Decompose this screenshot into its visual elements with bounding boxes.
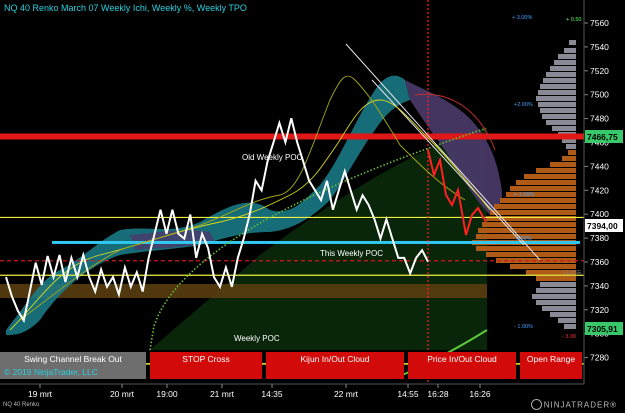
y-axis-tick-label: 7380 [590,233,609,243]
tpo-profile-bar [490,210,576,215]
y-axis-tick-label: 7520 [590,66,609,76]
instrument-footer: NQ 40 Renko [3,402,40,408]
chart-title: NQ 40 Renko March 07 Weekly Ichi, Weekly… [4,3,247,13]
x-axis-tick-label: 19:00 [156,389,178,399]
tpo-profile-bar [550,312,576,317]
tpo-profile-bar [542,306,576,311]
y-axis-tick-label: 7480 [590,114,609,124]
old-weekly-poc-label: Old Weekly POC [242,153,303,162]
percent-plus-050-label: + 0.50 [566,17,581,23]
chart-window: Old Weekly POC This Weekly POC Weekly POC 7… [0,0,625,413]
cyan-level-line [52,240,580,244]
y-axis-tick-label: 7560 [590,18,609,28]
tpo-profile-bar [546,120,576,125]
tpo-profile-bar [536,168,576,173]
x-axis-tick-label: 16:26 [469,389,491,399]
percent-plus-3-label: + 3.00% [512,15,532,21]
tpo-profile-bar [558,54,576,59]
x-axis-tick-label: 14:35 [261,389,283,399]
tpo-profile-bar [568,150,576,155]
tpo-band [0,284,487,298]
tpo-profile-bar [550,162,576,167]
tpo-profile-bar [542,114,576,119]
tpo-profile-bar [538,102,576,107]
brand-name: NINJATRADER® [543,400,617,410]
copyright-notice: © 2019 NinjaTrader, LLC [4,367,98,377]
tpo-profile-bar [550,66,576,71]
tpo-profile-bar [564,324,576,329]
tpo-profile-bar [554,60,576,65]
y-axis-tick-label: 7440 [590,161,609,171]
tpo-profile-bar [532,294,576,299]
tpo-profile-bar [562,156,576,161]
red-resistance-level [0,133,584,140]
y-axis-tick-label: 7540 [590,42,609,52]
stop-cross-button[interactable]: STOP Cross [150,352,262,379]
tpo-profile-bar [538,90,576,95]
tpo-profile-bar [476,246,576,251]
tpo-profile-bar [510,264,576,269]
tpo-profile-bar [564,48,576,53]
tpo-profile-bar [536,288,576,293]
tpo-profile-bar [494,204,576,209]
y-axis-tick-label: 7320 [590,305,609,315]
tpo-profile-bar [552,126,576,131]
percent-plus-1-label: + 1.00% [514,192,534,198]
tpo-profile-bar [543,78,576,83]
open-range-button[interactable]: Open Range [520,352,582,379]
percent-minus-1-label: - 1.00% [514,324,533,330]
tpo-profile-bar [536,300,576,305]
tpo-profile-bar [516,180,576,185]
tpo-profile-bar [482,222,576,227]
tpo-profile-bar [540,108,576,113]
x-axis-tick-label: 19 mrt [28,389,53,399]
tpo-profile-bar [500,198,576,203]
x-axis-tick-label: 22 mrt [334,389,359,399]
tpo-profile-bar [558,318,576,323]
x-axis-tick-label: 14:55 [397,389,419,399]
close-label: CLOSE [563,270,582,276]
tpo-profile-bar [540,84,576,89]
tpo-profile-bar [486,252,576,257]
y-axis-tick-label: 7400 [590,209,609,219]
price-tag-label: 7466,75 [587,132,618,142]
price-in-out-cloud-button[interactable]: Price In/Out Cloud [408,352,516,379]
x-axis-tick-label: 16:28 [427,389,449,399]
weekly-poc-label: Weekly POC [234,334,280,343]
percent-minus-300-label: - 3.00 [562,334,576,340]
percent-plus-2-label: +2.00% [514,102,533,108]
y-axis-tick-label: 7360 [590,257,609,267]
kijun-in-out-cloud-button[interactable]: Kijun In/Out Cloud [266,352,404,379]
y-axis-tick-label: 7340 [590,281,609,291]
y-axis-tick-label: 7280 [590,353,609,363]
tpo-profile-bar [569,40,576,45]
percent-zero-label: 0.00% [516,236,532,242]
tpo-profile-bar [536,276,576,281]
tpo-profile-bar [546,72,576,77]
ninjatrader-logo: NINJATRADER® [530,399,617,411]
price-tag-label: 7394,00 [587,221,618,231]
tpo-profile-bar [536,96,576,101]
tpo-profile-bar [510,186,576,191]
tpo-profile-bar [566,144,576,149]
x-axis-tick-label: 20 mrt [110,389,135,399]
y-axis-tick-label: 7420 [590,185,609,195]
tpo-profile-bar [478,228,576,233]
y-axis-tick-label: 7500 [590,90,609,100]
this-weekly-poc-label: This Weekly POC [320,249,383,258]
tpo-profile-bar [540,282,576,287]
tpo-profile-bar [524,174,576,179]
ninjatrader-logo-icon [530,399,542,410]
x-axis-tick-label: 21 mrt [210,389,235,399]
price-tag-label: 7305,91 [587,324,618,334]
